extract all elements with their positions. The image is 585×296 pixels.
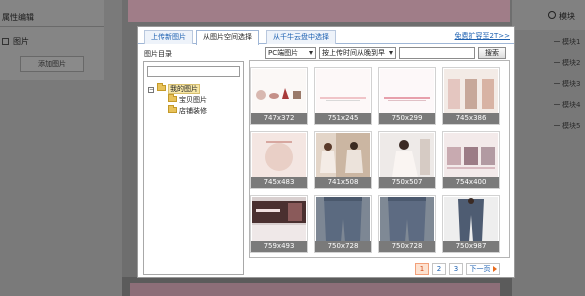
image-picker-dialog: 上传新图片 从图片空间选择 从千牛云盘中选择 免费扩容至2T>> 图片目录 − 我…	[137, 26, 515, 278]
thumbnail-image	[444, 133, 498, 178]
minus-circle-icon	[548, 11, 556, 19]
dialog-tabs: 上传新图片 从图片空间选择 从千牛云盘中选择 免费扩容至2T>>	[138, 27, 514, 45]
image-size-caption: 759x493	[251, 241, 307, 252]
directory-tree: − 我的图片 宝贝图片 店铺装修	[148, 83, 207, 117]
tick-mark	[554, 41, 560, 42]
modules-title: 模块	[559, 12, 575, 21]
module-item: 模块4	[562, 101, 581, 109]
tab-upload-new[interactable]: 上传新图片	[144, 30, 193, 44]
thumbnail-image	[444, 197, 498, 242]
modules-header: 模块	[512, 0, 585, 30]
image-grid: 747x372 751x245 750x299 745x386 745x483 …	[249, 60, 510, 258]
property-panel-title: 属性编辑	[2, 13, 34, 22]
page-button-3[interactable]: 3	[449, 263, 463, 275]
tree-node-root[interactable]: − 我的图片	[148, 83, 207, 95]
background-page-bottom	[122, 277, 512, 296]
tick-mark	[554, 62, 560, 63]
page-button-2[interactable]: 2	[432, 263, 446, 275]
image-thumbnail[interactable]: 754x400	[442, 131, 500, 189]
image-size-caption: 750x987	[443, 241, 499, 252]
image-thumbnail[interactable]: 745x483	[250, 131, 308, 189]
tick-mark	[554, 83, 560, 84]
next-page-label: 下一页	[469, 265, 491, 273]
background-banner	[128, 0, 510, 22]
search-button[interactable]: 搜索	[478, 47, 506, 59]
directory-search-input[interactable]	[147, 66, 240, 77]
image-thumbnail[interactable]: 750x728	[378, 195, 436, 253]
image-thumbnail[interactable]: 751x245	[314, 67, 372, 125]
thumbnail-image	[252, 69, 306, 114]
dropdown-arrow-icon	[309, 51, 313, 55]
image-size-caption: 750x507	[379, 177, 435, 188]
image-size-caption: 741x508	[315, 177, 371, 188]
folder-icon	[168, 94, 177, 102]
thumbnail-image	[316, 69, 370, 114]
image-search-input[interactable]	[399, 47, 475, 59]
image-thumbnail[interactable]: 747x372	[250, 67, 308, 125]
source-select[interactable]: PC端图片	[265, 47, 316, 59]
image-thumbnail[interactable]: 750x299	[378, 67, 436, 125]
module-item: 模块2	[562, 59, 581, 67]
image-size-caption: 751x245	[315, 113, 371, 124]
property-panel: 属性编辑 图片 添加图片	[0, 0, 104, 80]
directory-tree-panel: − 我的图片 宝贝图片 店铺装修	[143, 61, 244, 275]
background-banner-bottom	[130, 283, 500, 296]
tab-cloud-drive[interactable]: 从千牛云盘中选择	[266, 30, 336, 44]
folder-icon	[157, 83, 166, 91]
directory-label: 图片目录	[144, 50, 172, 58]
thumbnail-image	[316, 197, 370, 242]
image-size-caption: 754x400	[443, 177, 499, 188]
sort-select[interactable]: 按上传时间从晚到早	[319, 47, 396, 59]
image-size-caption: 747x372	[251, 113, 307, 124]
image-section: 图片	[2, 36, 29, 47]
image-size-caption: 745x483	[251, 177, 307, 188]
image-thumbnail[interactable]: 745x386	[442, 67, 500, 125]
tree-node-label[interactable]: 我的图片	[168, 84, 200, 94]
thumbnail-image	[252, 133, 306, 178]
thumbnail-image	[444, 69, 498, 114]
image-thumbnail[interactable]: 750x728	[314, 195, 372, 253]
image-thumbnail[interactable]: 741x508	[314, 131, 372, 189]
thumbnail-image	[316, 133, 370, 178]
next-page-button[interactable]: 下一页	[466, 263, 500, 275]
sort-select-value: 按上传时间从晚到早	[322, 49, 385, 57]
background-right-panel: 模块 模块1 模块2 模块3 模块4 模块5	[512, 0, 585, 296]
thumbnail-image	[380, 133, 434, 178]
tab-image-space[interactable]: 从图片空间选择	[196, 30, 259, 45]
tree-node-child[interactable]: 宝贝图片	[148, 94, 207, 106]
thumbnail-image	[380, 197, 434, 242]
thumbnail-image	[380, 69, 434, 114]
module-item: 模块3	[562, 80, 581, 88]
thumbnail-image	[252, 197, 306, 242]
tree-node-child[interactable]: 店铺装修	[148, 105, 207, 117]
image-size-caption: 750x728	[315, 241, 371, 252]
arrow-right-icon	[492, 266, 497, 272]
tree-node-label[interactable]: 店铺装修	[179, 107, 207, 115]
image-thumbnail[interactable]: 750x507	[378, 131, 436, 189]
module-item: 模块5	[562, 122, 581, 130]
tick-mark	[554, 104, 560, 105]
image-thumbnail[interactable]: 759x493	[250, 195, 308, 253]
image-size-caption: 750x299	[379, 113, 435, 124]
divider	[0, 26, 104, 27]
image-size-caption: 750x728	[379, 241, 435, 252]
tick-mark	[554, 125, 560, 126]
module-item: 模块1	[562, 38, 581, 46]
image-size-caption: 745x386	[443, 113, 499, 124]
image-thumbnail[interactable]: 750x987	[442, 195, 500, 253]
dropdown-arrow-icon	[389, 51, 393, 55]
expand-icon	[2, 38, 9, 45]
image-section-label: 图片	[13, 37, 29, 46]
folder-icon	[168, 105, 177, 113]
collapse-icon[interactable]: −	[148, 87, 154, 93]
background-left-panel: 属性编辑 图片 添加图片	[0, 0, 122, 296]
source-select-value: PC端图片	[268, 49, 299, 57]
page-button-1[interactable]: 1	[415, 263, 429, 275]
add-image-button: 添加图片	[20, 56, 84, 72]
tree-node-label[interactable]: 宝贝图片	[179, 96, 207, 104]
free-expand-link[interactable]: 免费扩容至2T>>	[455, 31, 510, 41]
